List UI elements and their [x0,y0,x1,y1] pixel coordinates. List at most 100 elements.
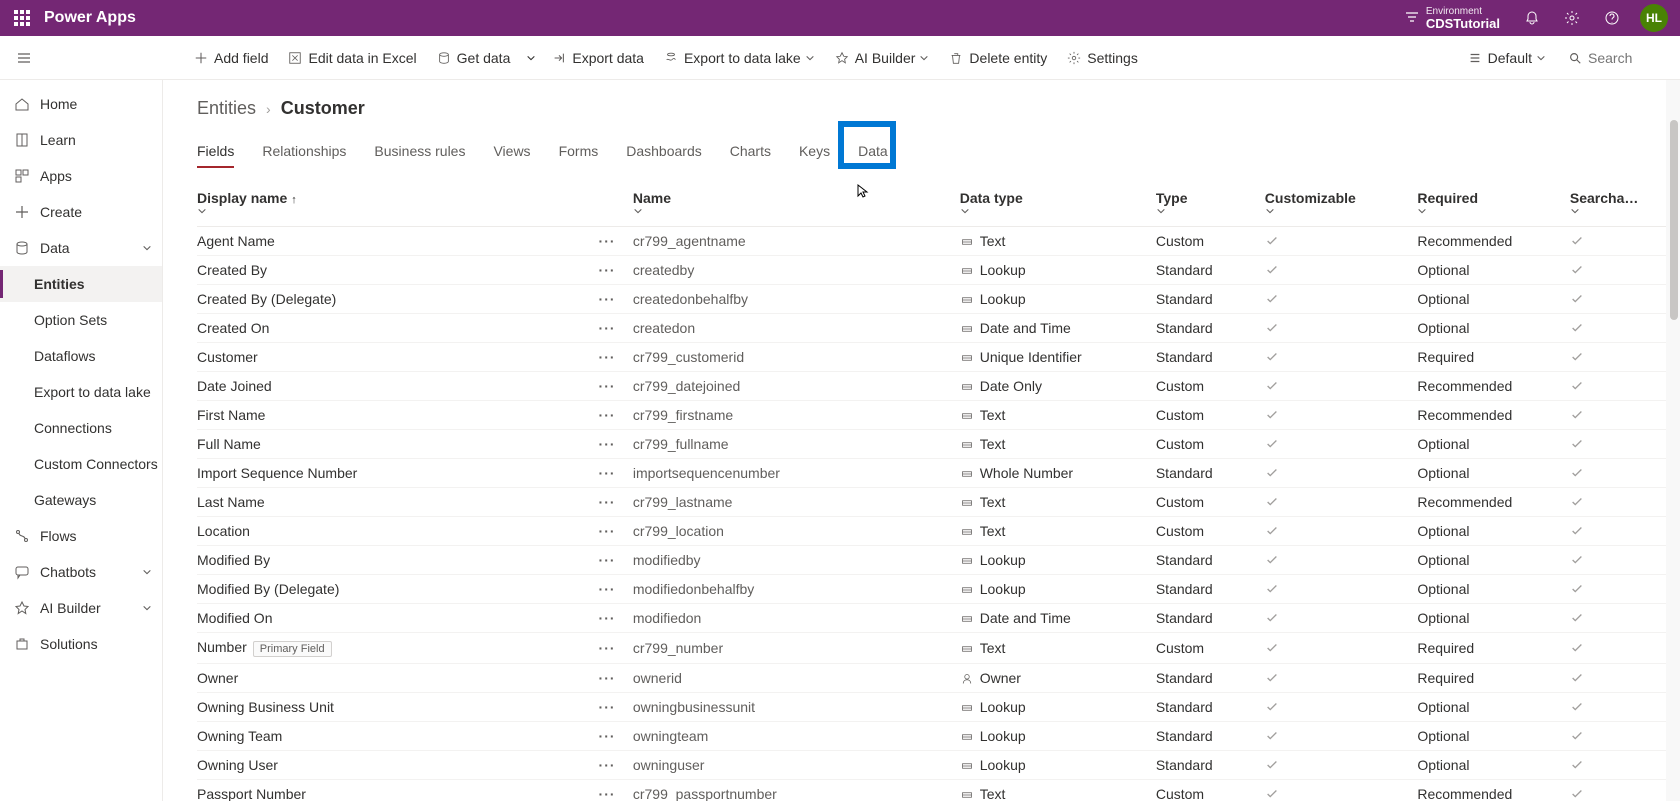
nav-chatbots[interactable]: Chatbots [0,554,162,590]
add-field-button[interactable]: Add field [184,36,278,80]
row-more-button[interactable]: ··· [589,227,633,256]
cell-data-type: Date and Time [960,604,1156,633]
row-more-button[interactable]: ··· [589,604,633,633]
tab-relationships[interactable]: Relationships [262,135,346,167]
table-row[interactable]: Import Sequence Number···importsequencen… [197,459,1668,488]
nav-gateways[interactable]: Gateways [0,482,162,518]
row-more-button[interactable]: ··· [589,780,633,801]
row-more-button[interactable]: ··· [589,546,633,575]
row-more-button[interactable]: ··· [589,459,633,488]
row-more-button[interactable]: ··· [589,401,633,430]
table-row[interactable]: Agent Name···cr799_agentnameTextCustomRe… [197,227,1668,256]
nav-connections[interactable]: Connections [0,410,162,446]
table-row[interactable]: Location···cr799_locationTextCustomOptio… [197,517,1668,546]
cell-type: Standard [1156,751,1265,780]
row-more-button[interactable]: ··· [589,430,633,459]
tab-business-rules[interactable]: Business rules [374,135,465,167]
nav-entities[interactable]: Entities [0,266,162,302]
nav-data[interactable]: Data [0,230,162,266]
row-more-button[interactable]: ··· [589,693,633,722]
tab-charts[interactable]: Charts [730,135,771,167]
export-lake-button[interactable]: Export to data lake [654,36,825,80]
nav-create[interactable]: Create [0,194,162,230]
nav-apps[interactable]: Apps [0,158,162,194]
entity-settings-button[interactable]: Settings [1057,36,1148,80]
table-row[interactable]: Created By (Delegate)···createdonbehalfb… [197,285,1668,314]
table-row[interactable]: Passport Number···cr799_passportnumberTe… [197,780,1668,801]
tab-dashboards[interactable]: Dashboards [626,135,702,167]
col-data-type[interactable]: Data type [960,180,1156,227]
row-more-button[interactable]: ··· [589,488,633,517]
nav-toggle-button[interactable] [4,36,44,80]
export-data-button[interactable]: Export data [542,36,654,80]
user-avatar[interactable]: HL [1640,4,1668,32]
row-more-button[interactable]: ··· [589,314,633,343]
tab-forms[interactable]: Forms [559,135,599,167]
table-row[interactable]: Date Joined···cr799_datejoinedDate OnlyC… [197,372,1668,401]
scrollbar-thumb[interactable] [1670,120,1678,320]
col-required[interactable]: Required [1417,180,1570,227]
nav-home[interactable]: Home [0,86,162,122]
row-more-button[interactable]: ··· [589,517,633,546]
tab-data[interactable]: Data [858,135,888,167]
fields-table-wrapper[interactable]: Display name↑ Name Data type Type Custom… [163,180,1680,801]
row-more-button[interactable]: ··· [589,633,633,664]
tab-keys[interactable]: Keys [799,135,830,167]
table-row[interactable]: Created By···createdbyLookupStandardOpti… [197,256,1668,285]
nav-flows[interactable]: Flows [0,518,162,554]
delete-entity-button[interactable]: Delete entity [939,36,1057,80]
table-row[interactable]: NumberPrimary Field···cr799_numberTextCu… [197,633,1668,664]
table-row[interactable]: Customer···cr799_customeridUnique Identi… [197,343,1668,372]
nav-solutions[interactable]: Solutions [0,626,162,662]
nav-dataflows[interactable]: Dataflows [0,338,162,374]
col-type[interactable]: Type [1156,180,1265,227]
row-more-button[interactable]: ··· [589,751,633,780]
table-row[interactable]: Modified By (Delegate)···modifiedonbehal… [197,575,1668,604]
table-row[interactable]: Owning User···owninguserLookupStandardOp… [197,751,1668,780]
row-more-button[interactable]: ··· [589,256,633,285]
table-row[interactable]: First Name···cr799_firstnameTextCustomRe… [197,401,1668,430]
search-input[interactable] [1588,50,1668,66]
breadcrumb-root[interactable]: Entities [197,98,256,119]
row-more-button[interactable]: ··· [589,722,633,751]
view-selector-button[interactable]: Default [1458,36,1556,80]
nav-export-lake[interactable]: Export to data lake [0,374,162,410]
col-customizable[interactable]: Customizable [1265,180,1418,227]
nav-custom-connectors[interactable]: Custom Connectors [0,446,162,482]
table-row[interactable]: Modified By···modifiedbyLookupStandardOp… [197,546,1668,575]
nav-ai-builder[interactable]: AI Builder [0,590,162,626]
table-row[interactable]: Last Name···cr799_lastnameTextCustomReco… [197,488,1668,517]
tab-fields[interactable]: Fields [197,135,234,167]
col-display-name[interactable]: Display name↑ [197,180,589,227]
help-button[interactable] [1592,0,1632,36]
table-row[interactable]: Full Name···cr799_fullnameTextCustomOpti… [197,430,1668,459]
table-row[interactable]: Modified On···modifiedonDate and TimeSta… [197,604,1668,633]
nav-option-sets[interactable]: Option Sets [0,302,162,338]
get-data-button[interactable]: Get data [427,36,521,80]
settings-button[interactable] [1552,0,1592,36]
chevron-down-icon [197,206,581,216]
row-more-button[interactable]: ··· [589,285,633,314]
product-name[interactable]: Power Apps [44,9,136,27]
vertical-scrollbar[interactable] [1666,80,1680,801]
search-box[interactable] [1556,36,1680,80]
ai-builder-button[interactable]: AI Builder [825,36,940,80]
row-more-button[interactable]: ··· [589,575,633,604]
row-more-button[interactable]: ··· [589,664,633,693]
table-row[interactable]: Owning Business Unit···owningbusinessuni… [197,693,1668,722]
edit-excel-button[interactable]: Edit data in Excel [278,36,426,80]
table-row[interactable]: Owning Team···owningteamLookupStandardOp… [197,722,1668,751]
col-name[interactable]: Name [633,180,960,227]
get-data-split-button[interactable] [520,36,542,80]
notifications-button[interactable] [1512,0,1552,36]
environment-picker[interactable]: Environment CDSTutorial [1404,4,1512,31]
col-searchable[interactable]: Searcha… [1570,180,1668,227]
cell-searchable [1570,517,1668,546]
table-row[interactable]: Owner···owneridOwnerStandardRequired [197,664,1668,693]
app-launcher-button[interactable] [4,0,40,36]
row-more-button[interactable]: ··· [589,372,633,401]
tab-views[interactable]: Views [493,135,530,167]
table-row[interactable]: Created On···createdonDate and TimeStand… [197,314,1668,343]
row-more-button[interactable]: ··· [589,343,633,372]
nav-learn[interactable]: Learn [0,122,162,158]
